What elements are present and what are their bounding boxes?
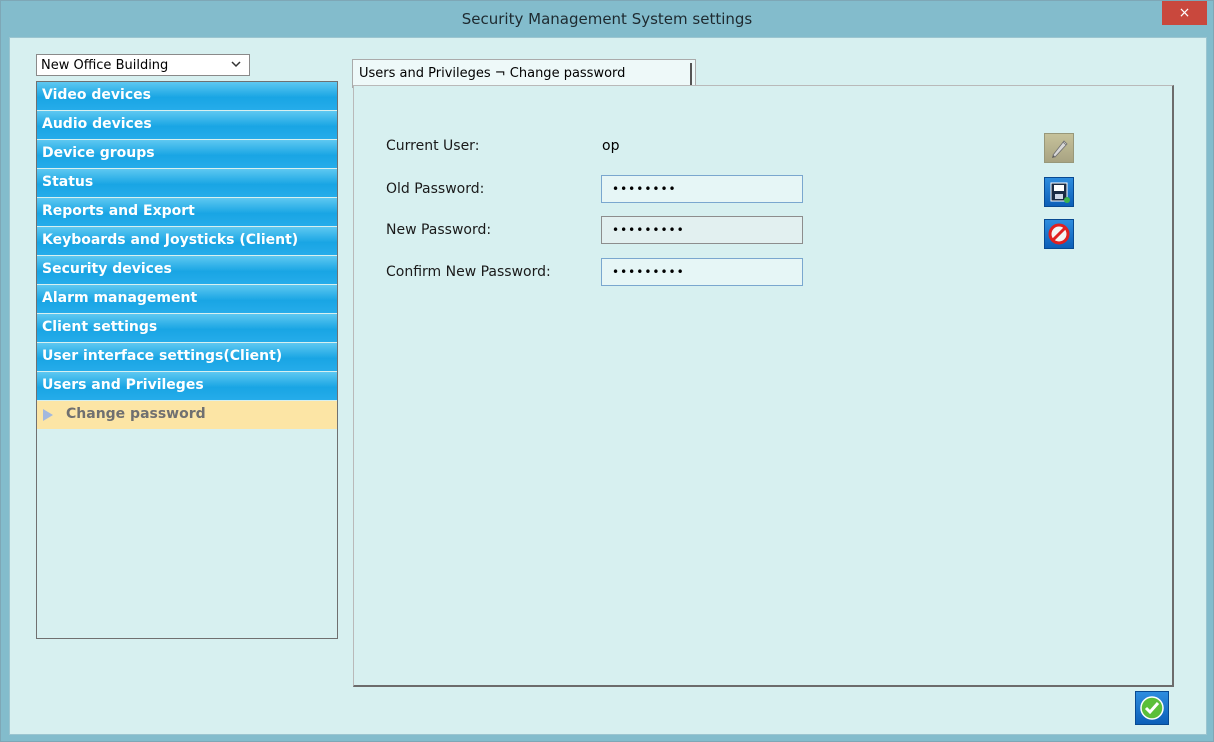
nav-item-keyboards-joysticks[interactable]: Keyboards and Joysticks (Client): [37, 227, 337, 255]
play-icon: [43, 409, 53, 421]
nav-item-video-devices[interactable]: Video devices: [37, 82, 337, 110]
old-password-field[interactable]: ••••••••: [601, 175, 803, 203]
checkmark-icon: [1140, 696, 1164, 720]
nav-item-client-settings[interactable]: Client settings: [37, 314, 337, 342]
cancel-button[interactable]: [1044, 219, 1074, 249]
nav-item-label: Device groups: [42, 145, 155, 161]
edit-button[interactable]: [1044, 133, 1074, 163]
chevron-down-icon: [231, 61, 241, 68]
building-select-value: New Office Building: [41, 58, 169, 73]
nav-item-label: Client settings: [42, 319, 158, 335]
nav-item-audio-devices[interactable]: Audio devices: [37, 111, 337, 139]
new-password-value: •••••••••: [612, 223, 685, 237]
client-area: New Office Building Video devices Audio …: [9, 37, 1207, 735]
settings-window: Security Management System settings × Ne…: [0, 0, 1214, 742]
nav-item-alarm-management[interactable]: Alarm management: [37, 285, 337, 313]
tab-change-password[interactable]: Users and Privileges ¬ Change password: [352, 59, 696, 88]
save-button[interactable]: [1044, 177, 1074, 207]
nav-item-label: Reports and Export: [42, 203, 195, 219]
change-password-panel: Current User: op Old Password: •••••••• …: [353, 85, 1174, 687]
nav-item-label: Users and Privileges: [42, 377, 204, 393]
nav-item-label: Audio devices: [42, 116, 152, 132]
nav-item-ui-settings[interactable]: User interface settings(Client): [37, 343, 337, 371]
new-password-field[interactable]: •••••••••: [601, 216, 803, 244]
nav-item-label: User interface settings(Client): [42, 348, 283, 364]
nav-item-status[interactable]: Status: [37, 169, 337, 197]
ok-button[interactable]: [1135, 691, 1169, 725]
title-bar: Security Management System settings ×: [1, 1, 1213, 37]
confirm-password-label: Confirm New Password:: [386, 264, 551, 280]
new-password-label: New Password:: [386, 222, 492, 238]
close-button[interactable]: ×: [1162, 1, 1207, 25]
nav-item-label: Security devices: [42, 261, 172, 277]
nav-item-label: Alarm management: [42, 290, 198, 306]
nav-item-label: Keyboards and Joysticks (Client): [42, 232, 299, 248]
window-title: Security Management System settings: [461, 10, 753, 28]
tab-edge-divider: [690, 63, 692, 87]
nav-subitem-change-password[interactable]: Change password: [37, 401, 337, 429]
confirm-password-value: •••••••••: [612, 265, 685, 279]
old-password-value: ••••••••: [612, 182, 677, 196]
nav-item-label: Video devices: [42, 87, 151, 103]
confirm-password-field[interactable]: •••••••••: [601, 258, 803, 286]
nav-item-users-privileges[interactable]: Users and Privileges: [37, 372, 337, 400]
nav-item-reports-export[interactable]: Reports and Export: [37, 198, 337, 226]
nav-item-label: Status: [42, 174, 94, 190]
building-select[interactable]: New Office Building: [36, 54, 250, 76]
settings-nav: Video devices Audio devices Device group…: [36, 81, 338, 639]
nav-item-security-devices[interactable]: Security devices: [37, 256, 337, 284]
current-user-value: op: [602, 138, 620, 154]
current-user-label: Current User:: [386, 138, 480, 154]
tab-label: Users and Privileges ¬ Change password: [359, 66, 626, 81]
old-password-label: Old Password:: [386, 181, 485, 197]
floppy-disk-icon: [1050, 182, 1070, 203]
nav-subitem-label: Change password: [66, 406, 206, 422]
nav-item-device-groups[interactable]: Device groups: [37, 140, 337, 168]
prohibited-icon: [1048, 223, 1070, 245]
pencil-icon: [1052, 140, 1068, 158]
